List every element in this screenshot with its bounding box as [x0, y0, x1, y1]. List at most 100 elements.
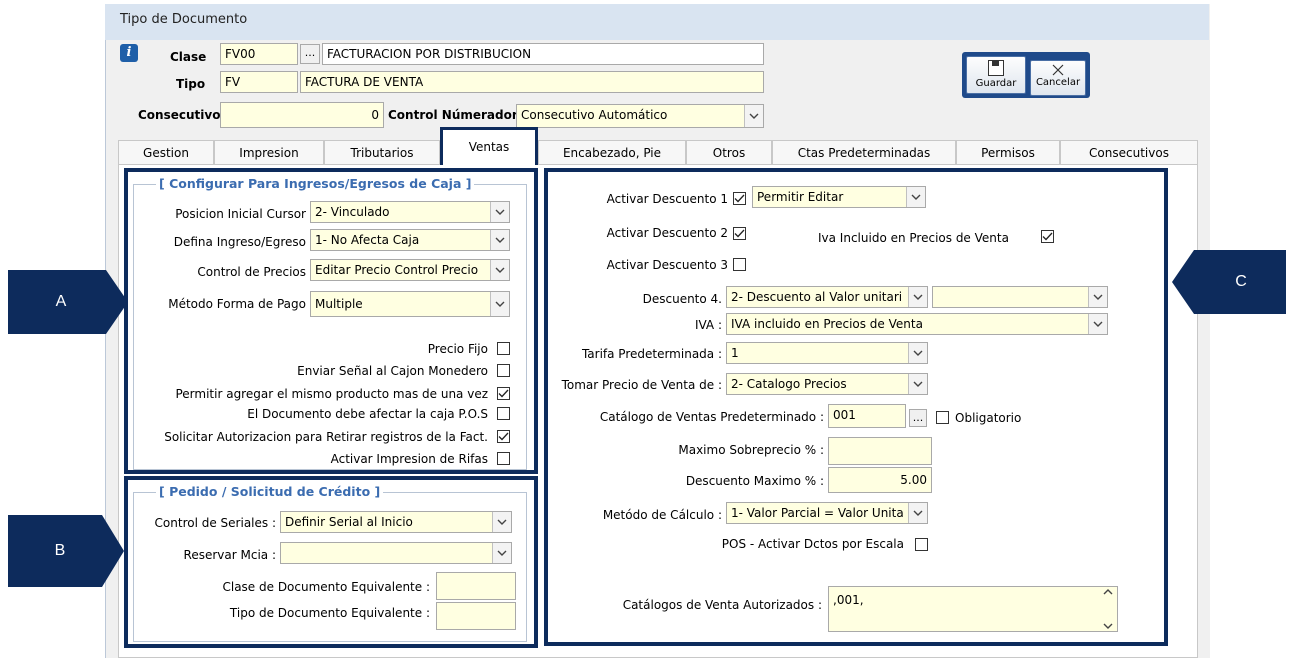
clase-code-field[interactable]: FV00: [220, 43, 298, 65]
guardar-button[interactable]: Guardar: [966, 56, 1026, 94]
tab-ventas[interactable]: Ventas: [440, 127, 538, 165]
catalogo-predeterminado-field[interactable]: 001: [828, 404, 906, 428]
clase-equivalente-field[interactable]: [436, 572, 516, 600]
tab-gestion[interactable]: Gestion: [118, 140, 214, 164]
control-seriales-label: Control de Seriales :: [154, 516, 276, 530]
reservar-mcia-select[interactable]: [280, 542, 512, 564]
guardar-label: Guardar: [975, 78, 1017, 89]
obligatorio-checkbox[interactable]: [936, 411, 949, 424]
consecutivo-field[interactable]: 0: [220, 102, 384, 128]
tipo-desc-field[interactable]: FACTURA DE VENTA: [300, 71, 764, 93]
descuento-1-value: Permitir Editar: [757, 190, 844, 204]
control-precios-select[interactable]: Editar Precio Control Precio: [310, 259, 510, 281]
descuento-maximo-label: Descuento Maximo % :: [685, 474, 824, 488]
posicion-cursor-select[interactable]: 2- Vinculado: [310, 201, 510, 223]
descuento-1-checkbox[interactable]: [733, 192, 746, 205]
chevron-down-icon[interactable]: [908, 374, 927, 394]
chevron-down-icon[interactable]: [492, 543, 511, 563]
control-numerador-label: Control Númerador :: [388, 108, 527, 122]
precio-fijo-checkbox[interactable]: [497, 342, 510, 355]
callout-b-label: B: [54, 542, 66, 559]
clase-desc-field[interactable]: FACTURACION POR DISTRIBUCION: [322, 43, 764, 65]
chevron-down-icon[interactable]: [490, 292, 509, 316]
chevron-down-icon[interactable]: [1088, 314, 1107, 334]
cancelar-button[interactable]: Cancelar: [1030, 60, 1086, 96]
descuento-4-select[interactable]: 2- Descuento al Valor unitari: [726, 286, 928, 308]
max-sobreprecio-field[interactable]: [828, 437, 932, 465]
clase-lookup-button[interactable]: ...: [300, 44, 320, 64]
save-icon: [988, 60, 1004, 76]
iva-select[interactable]: IVA incluido en Precios de Venta: [726, 313, 1108, 335]
catalogo-lookup-button[interactable]: ...: [909, 409, 927, 427]
tab-impresion[interactable]: Impresion: [214, 140, 324, 164]
tab-ctas-predeterminadas[interactable]: Ctas Predeterminadas: [772, 140, 956, 164]
metodo-calculo-value: 1- Valor Parcial = Valor Unita: [731, 506, 904, 520]
chevron-down-icon: [1103, 623, 1113, 629]
metodo-pago-select[interactable]: Multiple: [310, 291, 510, 317]
tab-consecutivos[interactable]: Consecutivos: [1060, 140, 1198, 164]
tomar-precio-select[interactable]: 2- Catalogo Precios: [726, 373, 928, 395]
descuento-4-secondary-select[interactable]: [932, 286, 1108, 308]
checkmark-icon: [734, 194, 745, 203]
checkmark-icon: [1042, 232, 1053, 241]
descuento-maximo-field[interactable]: 5.00: [828, 467, 932, 493]
max-sobreprecio-label: Maximo Sobreprecio % :: [678, 443, 824, 457]
tipo-code-field[interactable]: FV: [220, 71, 298, 93]
catalogos-autorizados-label: Catálogos de Venta Autorizados :: [622, 598, 822, 612]
ingresos-egresos-title: [ Configurar Para Ingresos/Egresos de Ca…: [156, 176, 475, 191]
chevron-down-icon[interactable]: [908, 287, 927, 307]
metodo-pago-label: Método Forma de Pago: [168, 297, 306, 311]
callout-a-label: A: [55, 293, 67, 310]
chevron-down-icon[interactable]: [492, 512, 511, 532]
afectar-caja-pos-label: El Documento debe afectar la caja P.O.S: [247, 407, 488, 421]
chevron-down-icon[interactable]: [906, 187, 925, 207]
cajon-monedero-checkbox[interactable]: [497, 364, 510, 377]
tab-permisos[interactable]: Permisos: [956, 140, 1060, 164]
tarifa-select[interactable]: 1: [726, 342, 928, 364]
control-seriales-select[interactable]: Definir Serial al Inicio: [280, 511, 512, 533]
tarifa-label: Tarifa Predeterminada :: [581, 347, 722, 361]
tipo-label: Tipo: [176, 77, 206, 91]
tomar-precio-value: 2- Catalogo Precios: [731, 377, 847, 391]
metodo-calculo-select[interactable]: 1- Valor Parcial = Valor Unita: [726, 502, 928, 524]
catalogo-predeterminado-label: Catálogo de Ventas Predeterminado :: [599, 410, 824, 424]
descuento-2-checkbox[interactable]: [733, 227, 746, 240]
tab-encabezado-pie[interactable]: Encabezado, Pie: [538, 140, 686, 164]
mismo-producto-checkbox[interactable]: [497, 387, 510, 400]
cancelar-label: Cancelar: [1035, 77, 1081, 88]
pedido-credito-title: [ Pedido / Solicitud de Crédito ]: [156, 484, 384, 499]
descuento-1-select[interactable]: Permitir Editar: [752, 186, 926, 208]
tab-tributarios[interactable]: Tributarios: [324, 140, 440, 164]
checkmark-icon: [734, 229, 745, 238]
chevron-down-icon[interactable]: [908, 503, 927, 523]
iva-incluido-label: Iva Incluido en Precios de Venta: [818, 231, 1009, 245]
tab-otros[interactable]: Otros: [686, 140, 772, 164]
chevron-down-icon[interactable]: [744, 105, 763, 127]
iva-incluido-checkbox[interactable]: [1041, 230, 1054, 243]
control-numerador-select[interactable]: Consecutivo Automático: [516, 104, 764, 128]
afectar-caja-pos-checkbox[interactable]: [497, 407, 510, 420]
ingreso-egreso-label: Defina Ingreso/Egreso: [173, 235, 306, 249]
scrollbar[interactable]: [1101, 589, 1115, 629]
pos-escala-label: POS - Activar Dctos por Escala: [721, 537, 904, 551]
close-icon: [1051, 63, 1065, 77]
catalogos-autorizados-value: ,001,: [833, 593, 864, 607]
metodo-calculo-label: Metódo de Cálculo :: [602, 508, 722, 522]
tipo-equivalente-label: Tipo de Documento Equivalente :: [229, 606, 430, 620]
chevron-down-icon[interactable]: [490, 230, 509, 250]
autorizacion-retirar-checkbox[interactable]: [497, 430, 510, 443]
pos-escala-checkbox[interactable]: [915, 538, 928, 551]
ingreso-egreso-select[interactable]: 1- No Afecta Caja: [310, 229, 510, 251]
iva-value: IVA incluido en Precios de Venta: [731, 317, 923, 331]
impresion-rifas-checkbox[interactable]: [497, 452, 510, 465]
chevron-down-icon[interactable]: [908, 343, 927, 363]
tipo-equivalente-field[interactable]: [436, 602, 516, 630]
descuento-3-checkbox[interactable]: [733, 258, 746, 271]
catalogos-autorizados-field[interactable]: ,001,: [828, 586, 1118, 632]
info-icon[interactable]: i: [120, 44, 138, 62]
chevron-down-icon[interactable]: [1088, 287, 1107, 307]
chevron-down-icon[interactable]: [490, 260, 509, 280]
control-numerador-value: Consecutivo Automático: [521, 108, 668, 122]
precio-fijo-label: Precio Fijo: [427, 342, 488, 356]
chevron-down-icon[interactable]: [490, 202, 509, 222]
